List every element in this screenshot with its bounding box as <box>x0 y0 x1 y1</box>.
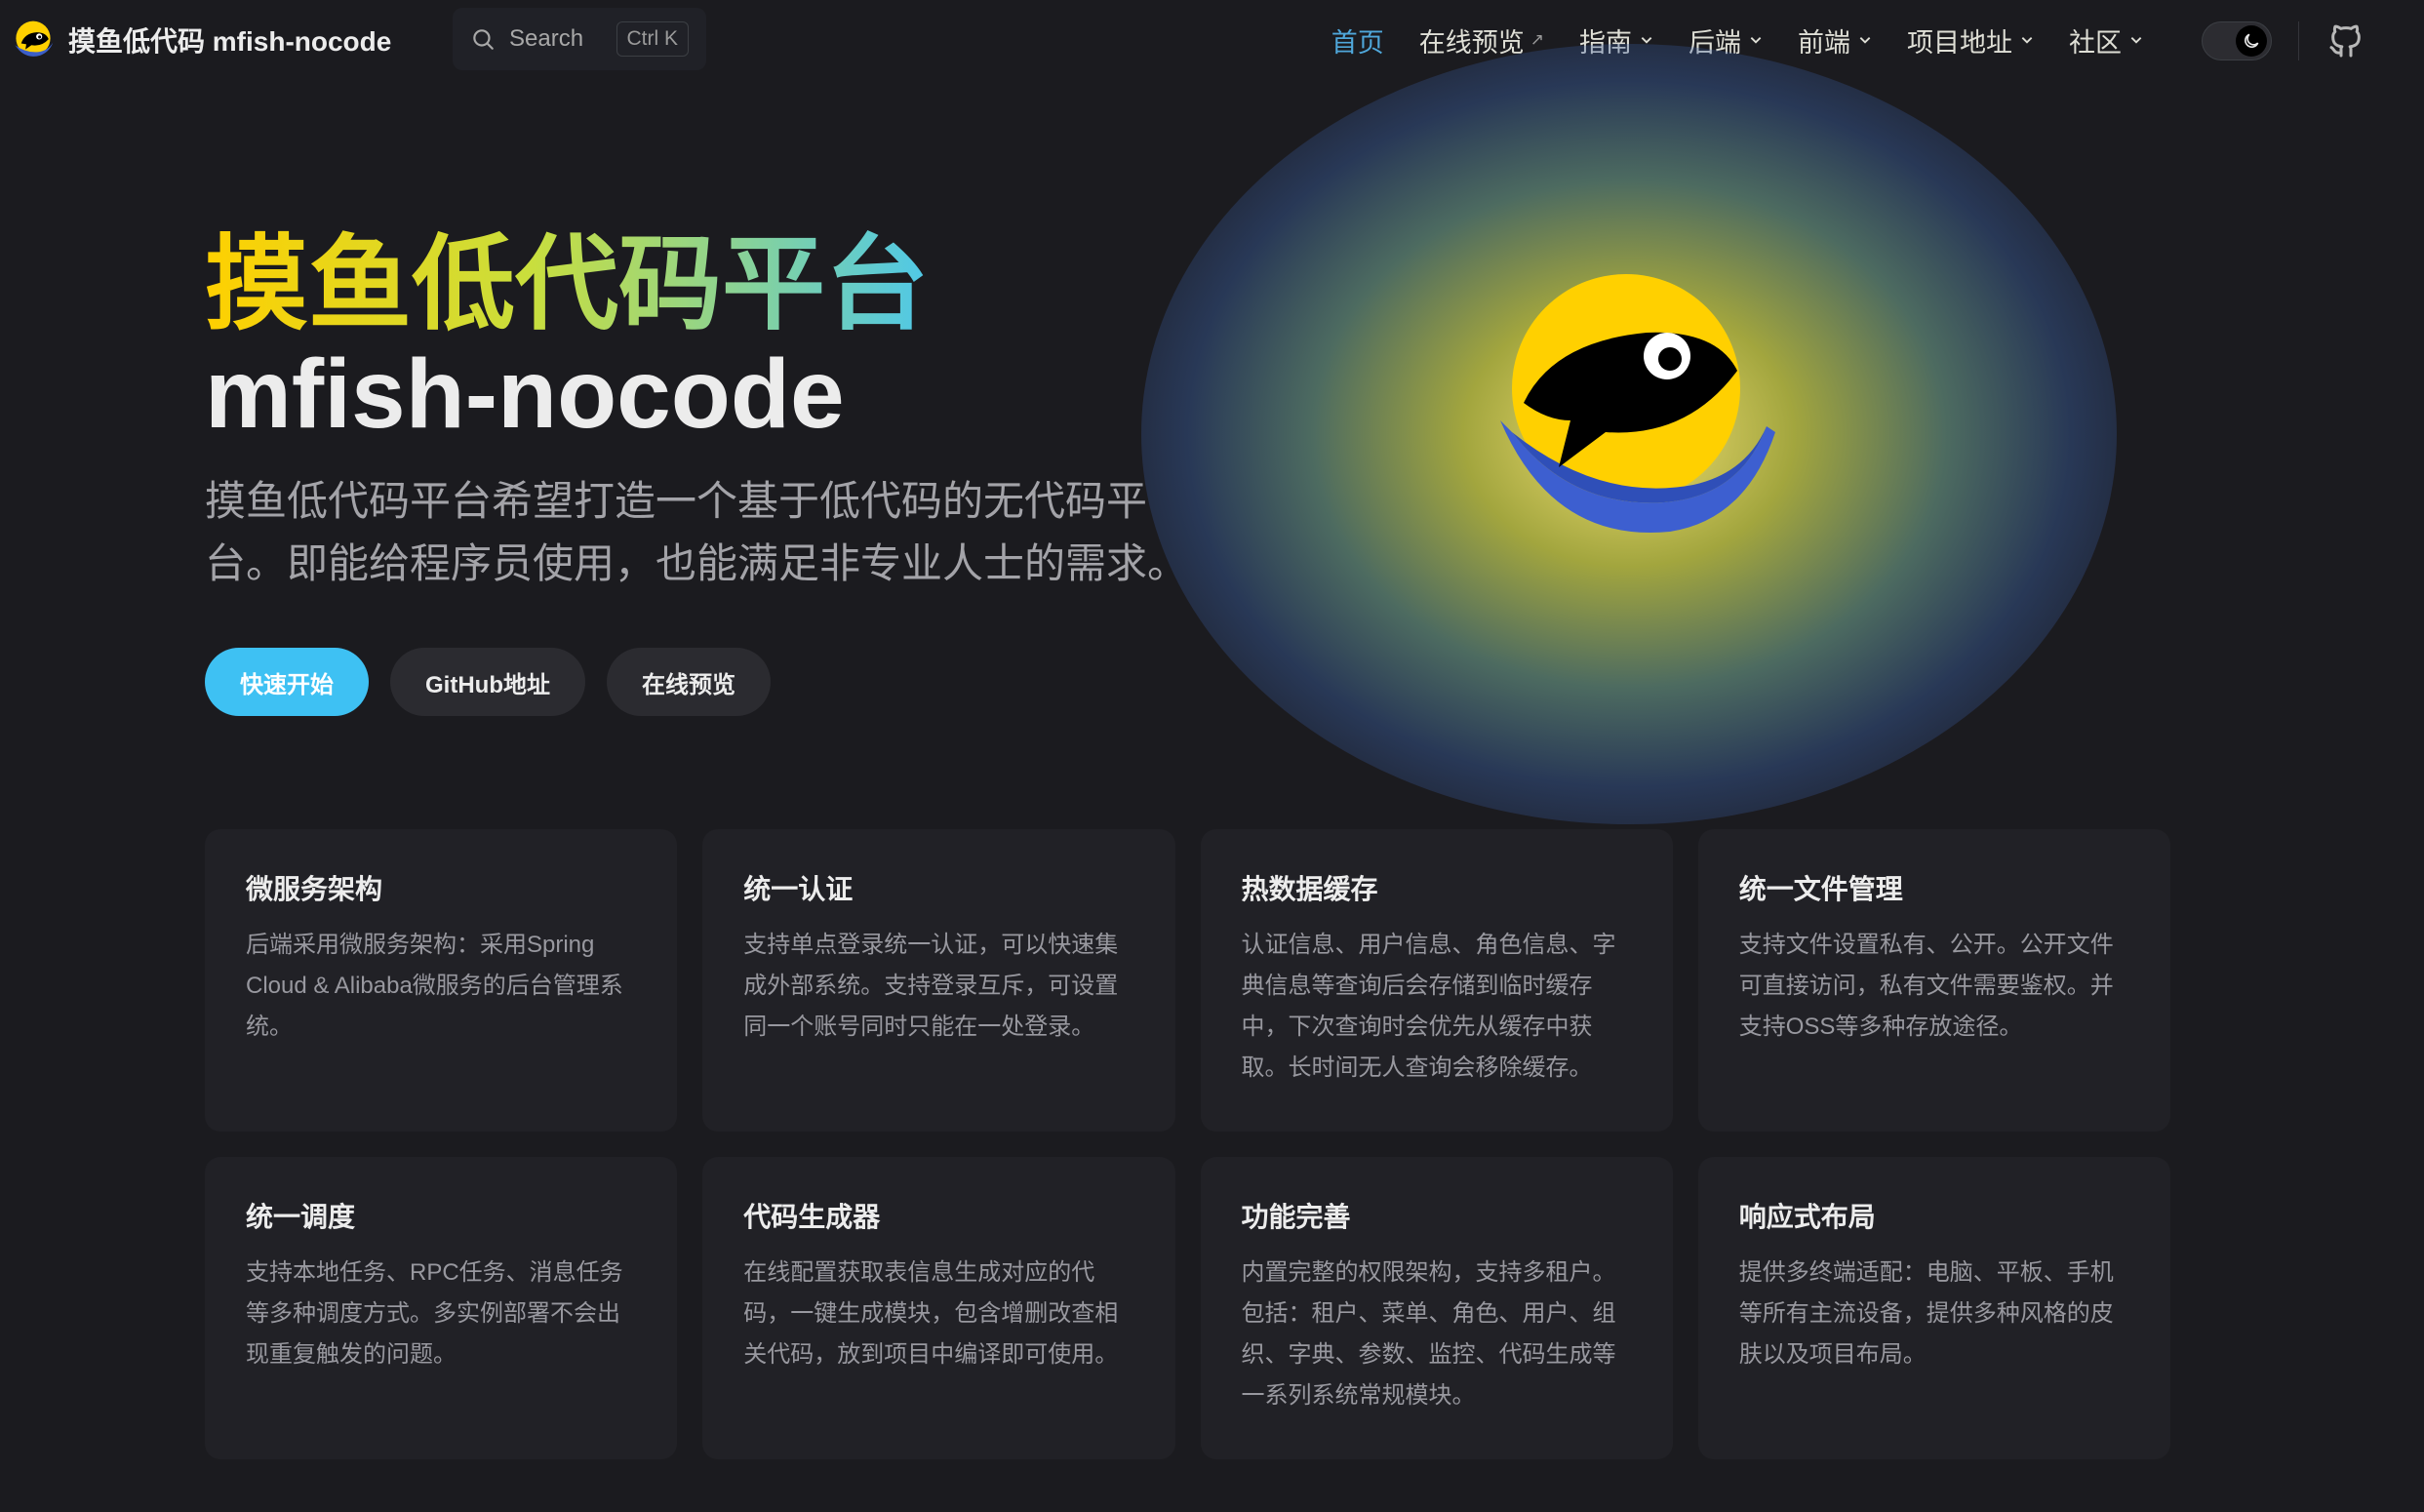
feature-title: 响应式布局 <box>1738 1202 1876 1232</box>
features-grid: 微服务架构 后端采用微服务架构：采用Spring Cloud & Alibaba… <box>205 829 2170 1459</box>
feature-details: 支持文件设置私有、公开。公开文件可直接访问，私有文件需要鉴权。并支持OSS等多种… <box>1738 932 2114 1040</box>
external-link-icon: ↗ <box>1530 30 1544 49</box>
feature-details: 支持本地任务、RPC任务、消息任务等多种调度方式。多实例部署不会出现重复触发的问… <box>246 1259 623 1368</box>
chevron-down-icon <box>2021 37 2033 44</box>
online-preview-button[interactable]: 在线预览 <box>606 648 771 716</box>
feature-card-responsive-layout: 响应式布局 提供多终端适配：电脑、平板、手机等所有主流设备，提供多种风格的皮肤以… <box>1697 1157 2170 1459</box>
feature-title: 功能完善 <box>1241 1202 1351 1232</box>
github-icon <box>2329 24 2361 58</box>
feature-card-file-management: 统一文件管理 支持文件设置私有、公开。公开文件可直接访问，私有文件需要鉴权。并支… <box>1697 829 2170 1132</box>
feature-card-code-generator: 代码生成器 在线配置获取表信息生成对应的代码，一键生成模块，包含增删改查相关代码… <box>702 1157 1175 1459</box>
feature-card-hot-cache: 热数据缓存 认证信息、用户信息、角色信息、字典信息等查询后会存储到临时缓存中，下… <box>1200 829 1673 1132</box>
feature-card-microservices: 微服务架构 后端采用微服务架构：采用Spring Cloud & Alibaba… <box>205 829 678 1132</box>
chevron-down-icon <box>1750 37 1762 44</box>
feature-title: 代码生成器 <box>743 1202 881 1232</box>
quick-start-button[interactable]: 快速开始 <box>205 648 369 716</box>
nav-item-home[interactable]: 首页 <box>1314 21 1402 60</box>
feature-card-full-featured: 功能完善 内置完整的权限架构，支持多租户。包括：租户、菜单、角色、用户、组织、字… <box>1200 1157 1673 1459</box>
nav-divider <box>2298 21 2299 60</box>
nav-item-label: 项目地址 <box>1907 27 2012 58</box>
chevron-down-icon <box>1859 37 1871 44</box>
feature-details: 后端采用微服务架构：采用Spring Cloud & Alibaba微服务的后台… <box>246 932 623 1040</box>
github-link[interactable] <box>2326 21 2365 60</box>
toggle-knob <box>2236 25 2267 57</box>
feature-title: 统一认证 <box>743 874 854 904</box>
search-label: Search <box>509 25 584 52</box>
feature-title: 热数据缓存 <box>1241 874 1378 904</box>
nav-item-frontend[interactable]: 前端 <box>1780 21 1889 60</box>
site-title: 摸鱼低代码 mfish-nocode <box>68 26 392 57</box>
nav-item-label: 在线预览 <box>1418 27 1525 58</box>
feature-details: 支持单点登录统一认证，可以快速集成外部系统。支持登录互斥，可设置同一个账号同时只… <box>743 932 1119 1040</box>
nav-item-label: 首页 <box>1331 27 1384 58</box>
feature-details: 提供多终端适配：电脑、平板、手机等所有主流设备，提供多种风格的皮肤以及项目布局。 <box>1738 1259 2114 1368</box>
hero-text: mfish-nocode <box>205 339 845 449</box>
hero-name: 摸鱼低代码平台 <box>205 222 929 347</box>
site-brand-link[interactable]: 摸鱼低代码 mfish-nocode <box>12 18 391 62</box>
search-button[interactable]: Search Ctrl K <box>453 8 706 70</box>
navbar: 摸鱼低代码 mfish-nocode Search Ctrl K 首页 在线预览… <box>0 0 2424 80</box>
feature-title: 微服务架构 <box>246 874 383 904</box>
feature-card-unified-auth: 统一认证 支持单点登录统一认证，可以快速集成外部系统。支持登录互斥，可设置同一个… <box>702 829 1175 1132</box>
nav-item-label: 社区 <box>2069 27 2122 58</box>
feature-details: 认证信息、用户信息、角色信息、字典信息等查询后会存储到临时缓存中，下次查询时会优… <box>1241 932 1616 1081</box>
theme-toggle-switch[interactable] <box>2202 21 2272 60</box>
fish-logo-icon <box>15 20 54 57</box>
chevron-down-icon <box>2130 37 2142 44</box>
moon-icon <box>2245 33 2259 48</box>
feature-title: 统一调度 <box>246 1202 356 1232</box>
feature-title: 统一文件管理 <box>1738 874 1903 904</box>
search-icon <box>473 29 494 50</box>
hero-actions: 快速开始 GitHub地址 在线预览 <box>205 648 792 716</box>
nav-item-project-address[interactable]: 项目地址 <box>1889 21 2051 60</box>
feature-details: 内置完整的权限架构，支持多租户。包括：租户、菜单、角色、用户、组织、字典、参数、… <box>1241 1259 1616 1409</box>
hero-tagline: 摸鱼低代码平台希望打造一个基于低代码的无代码平台。即能给程序员使用，也能满足非专… <box>205 478 1189 586</box>
nav-item-label: 前端 <box>1798 27 1850 58</box>
search-shortcut-badge: Ctrl K <box>616 21 689 57</box>
fish-logo-icon <box>1500 274 1775 534</box>
feature-details: 在线配置获取表信息生成对应的代码，一键生成模块，包含增删改查相关代码，放到项目中… <box>743 1259 1119 1368</box>
github-address-button[interactable]: GitHub地址 <box>390 648 585 716</box>
nav-item-community[interactable]: 社区 <box>2051 21 2161 60</box>
feature-card-scheduling: 统一调度 支持本地任务、RPC任务、消息任务等多种调度方式。多实例部署不会出现重… <box>205 1157 678 1459</box>
